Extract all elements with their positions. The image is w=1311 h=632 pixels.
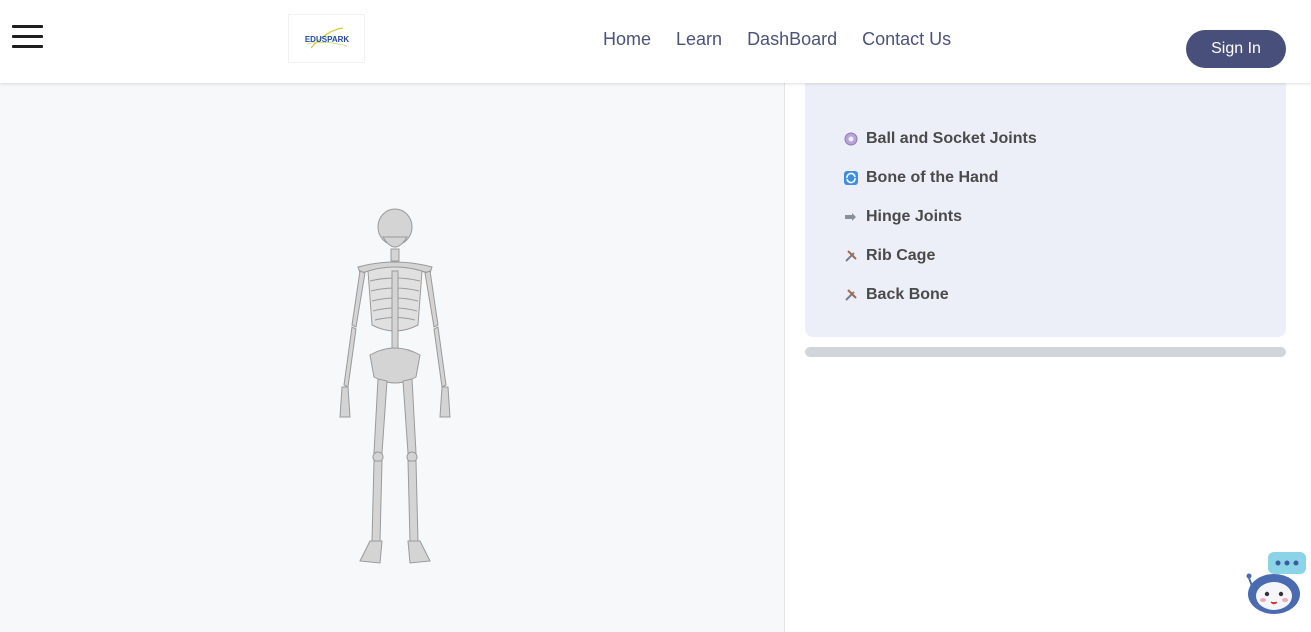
sign-in-button[interactable]: Sign In <box>1186 30 1286 68</box>
topic-ball-socket-joints[interactable]: Ball and Socket Joints <box>842 119 1037 158</box>
topic-rib-cage[interactable]: Rib Cage <box>842 236 1037 275</box>
topics-panel: Ball and Socket Joints Bone of the Hand … <box>805 60 1286 337</box>
tools-icon <box>842 247 860 265</box>
topic-label: Ball and Socket Joints <box>866 129 1037 147</box>
site-logo[interactable]: EDUSPARK <box>288 14 365 63</box>
chatbot-icon[interactable] <box>1244 552 1308 616</box>
hamburger-line <box>12 25 43 28</box>
topic-label: Back Bone <box>866 285 949 303</box>
skeleton-3d-viewer[interactable] <box>0 83 785 632</box>
main-nav: Home Learn DashBoard Contact Us <box>603 29 951 49</box>
topic-list: Ball and Socket Joints Bone of the Hand … <box>842 119 1037 314</box>
topic-back-bone[interactable]: Back Bone <box>842 275 1037 314</box>
nav-dashboard-link[interactable]: DashBoard <box>747 29 837 49</box>
cycle-icon <box>842 169 860 187</box>
nav-contact-link[interactable]: Contact Us <box>862 29 951 49</box>
hamburger-line <box>12 45 43 48</box>
bolt-icon <box>842 208 860 226</box>
topic-bone-of-hand[interactable]: Bone of the Hand <box>842 158 1037 197</box>
tools-icon <box>842 286 860 304</box>
nav-learn-link[interactable]: Learn <box>676 29 722 49</box>
topic-label: Bone of the Hand <box>866 168 999 186</box>
topic-hinge-joints[interactable]: Hinge Joints <box>842 197 1037 236</box>
hamburger-line <box>12 35 43 38</box>
hamburger-menu-icon[interactable] <box>12 25 44 49</box>
eduspark-logo-image: EDUSPARK <box>304 26 349 48</box>
nav-home-link[interactable]: Home <box>603 29 651 49</box>
topic-label: Hinge Joints <box>866 207 963 225</box>
gear-icon <box>842 130 860 148</box>
skeleton-model-image[interactable] <box>330 205 460 575</box>
top-navbar: EDUSPARK Home Learn DashBoard Contact Us… <box>0 0 1311 83</box>
topic-label: Rib Cage <box>866 246 936 264</box>
svg-text:EDUSPARK: EDUSPARK <box>304 35 349 44</box>
horizontal-scrollbar[interactable] <box>805 347 1286 357</box>
